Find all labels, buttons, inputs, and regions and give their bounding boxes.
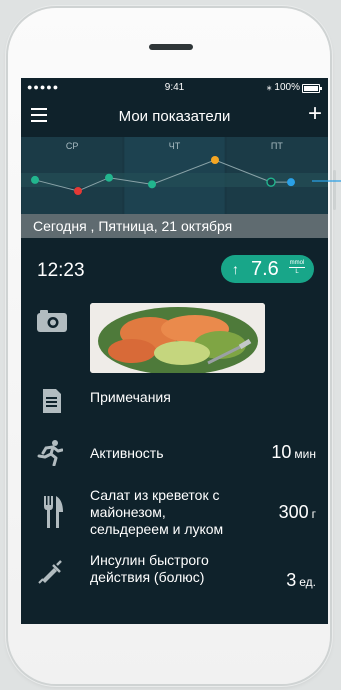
food-label-line2: майонезом, bbox=[90, 504, 166, 520]
activity-number: 10 bbox=[271, 442, 292, 462]
insulin-value: 3 ед. bbox=[286, 570, 316, 591]
glucose-value: 7.6 bbox=[251, 258, 279, 280]
unit-top: mmol bbox=[289, 260, 305, 266]
glucose-chart[interactable]: СР ЧТ ПТ bbox=[21, 137, 328, 214]
fork-knife-icon[interactable] bbox=[43, 496, 63, 533]
nav-bar: Мои показатели + bbox=[21, 100, 328, 132]
speaker-grille bbox=[149, 44, 193, 50]
food-label-line1: Салат из креветок с bbox=[90, 487, 220, 503]
activity-unit: мин bbox=[294, 447, 316, 461]
insulin-label-line1: Инсулин быстрого bbox=[90, 552, 209, 568]
chart-point[interactable] bbox=[105, 173, 113, 182]
add-entry-button[interactable]: + bbox=[308, 102, 322, 126]
page-title: Мои показатели bbox=[118, 108, 231, 125]
power-button bbox=[333, 170, 336, 210]
app-screen: ●●●●● 9:41 ⁎ 100% Мои показатели + СР ЧТ П… bbox=[21, 78, 328, 624]
status-bar: ●●●●● 9:41 ⁎ 100% bbox=[21, 78, 328, 98]
camera-icon[interactable] bbox=[37, 310, 67, 337]
insulin-unit: ед. bbox=[299, 575, 316, 589]
target-range-band bbox=[21, 173, 328, 187]
entry-time: 12:23 bbox=[37, 260, 85, 281]
insulin-number: 3 bbox=[286, 570, 297, 590]
food-number: 300 bbox=[278, 502, 309, 522]
syringe-icon[interactable] bbox=[37, 559, 63, 590]
chart-point[interactable] bbox=[287, 178, 295, 187]
running-icon[interactable] bbox=[37, 440, 64, 471]
insulin-label-line2: действия (болюс) bbox=[90, 569, 205, 585]
chart-svg: СР ЧТ ПТ bbox=[21, 137, 328, 214]
meal-photo[interactable] bbox=[90, 303, 265, 373]
food-value: 300 г bbox=[279, 502, 316, 523]
food-unit: г bbox=[311, 507, 316, 521]
food-label[interactable]: Салат из креветок с майонезом, сельдерее… bbox=[90, 487, 223, 538]
document-icon[interactable] bbox=[43, 389, 61, 418]
chart-day-label: ЧТ bbox=[169, 141, 181, 151]
glucose-badge[interactable]: ↑ 7.6 mmol L bbox=[221, 255, 314, 283]
chart-point[interactable] bbox=[31, 175, 39, 184]
chart-point[interactable] bbox=[211, 156, 219, 164]
chart-day-label: СР bbox=[66, 141, 79, 151]
activity-value: 10 мин bbox=[271, 442, 316, 463]
glucose-unit: mmol L bbox=[289, 259, 305, 276]
chart-point[interactable] bbox=[266, 177, 276, 187]
unit-bottom: L bbox=[295, 269, 299, 275]
chart-day-label: ПТ bbox=[271, 141, 283, 151]
insulin-label[interactable]: Инсулин быстрого действия (болюс) bbox=[90, 552, 209, 586]
chart-point[interactable] bbox=[148, 180, 156, 189]
unit-divider bbox=[289, 267, 305, 268]
date-header: Сегодня , Пятница, 21 октября bbox=[21, 214, 328, 238]
food-label-line3: сельдереем и луком bbox=[90, 521, 224, 537]
trend-arrow-icon: ↑ bbox=[232, 261, 239, 277]
activity-label[interactable]: Активность bbox=[90, 445, 164, 461]
battery-text: ⁎ 100% bbox=[266, 82, 300, 93]
battery-icon bbox=[302, 84, 322, 93]
chart-point[interactable] bbox=[74, 187, 82, 195]
notes-label[interactable]: Примечания bbox=[90, 389, 171, 405]
